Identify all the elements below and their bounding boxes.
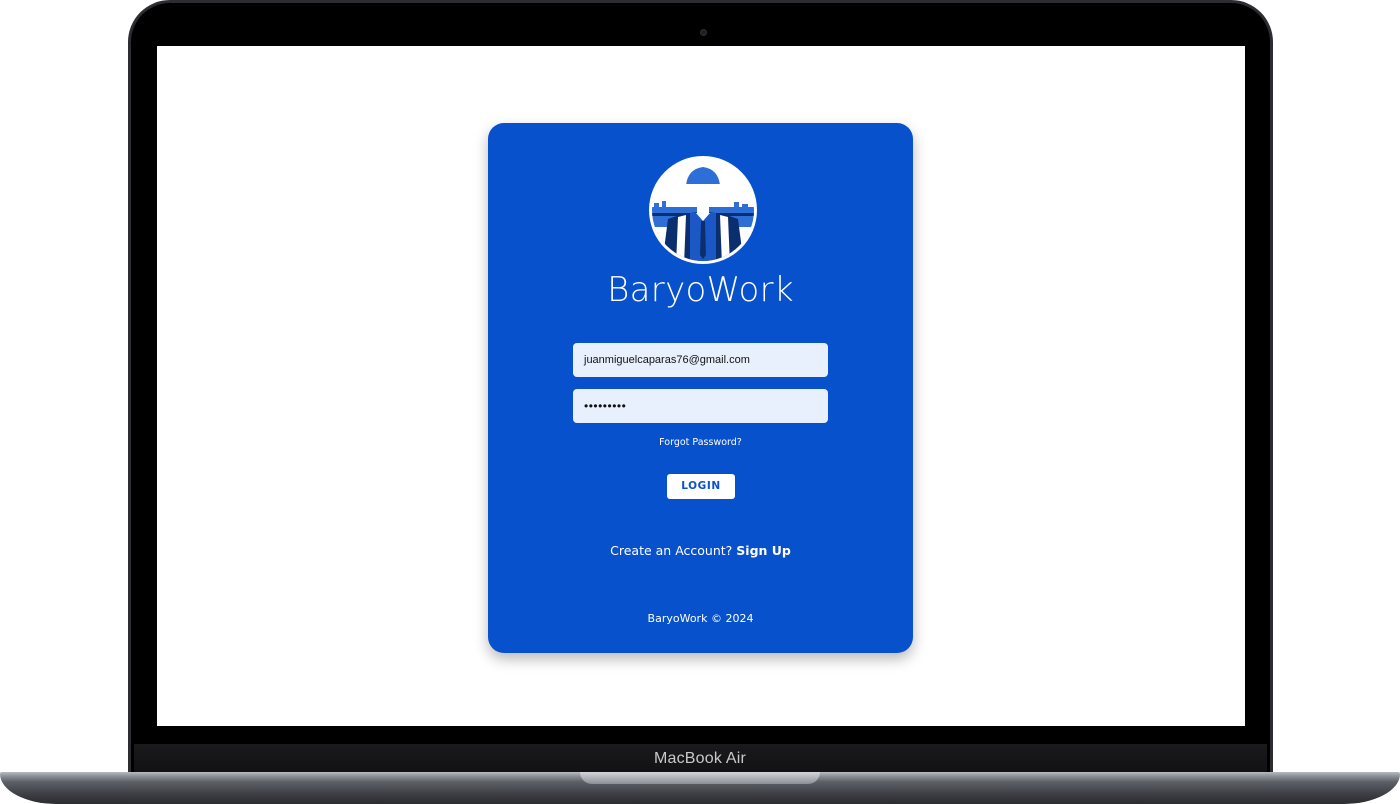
signup-prompt-text: Create an Account? (610, 543, 733, 558)
signup-prompt: Create an Account? Sign Up (488, 543, 913, 558)
signup-link[interactable]: Sign Up (736, 543, 791, 558)
email-field[interactable]: juanmiguelcaparas76@gmail.com (573, 343, 828, 377)
login-card: BaryoWork juanmiguelcaparas76@gmail.com … (488, 123, 913, 653)
forgot-password-link[interactable]: Forgot Password? (488, 437, 913, 448)
browser-viewport: BaryoWork juanmiguelcaparas76@gmail.com … (157, 46, 1245, 726)
screen-bezel: BaryoWork juanmiguelcaparas76@gmail.com … (131, 3, 1270, 780)
laptop-lid: BaryoWork juanmiguelcaparas76@gmail.com … (128, 0, 1273, 780)
password-field[interactable]: ••••••••• (573, 389, 828, 423)
camera-icon (700, 29, 707, 36)
laptop-mockup: BaryoWork juanmiguelcaparas76@gmail.com … (0, 0, 1400, 804)
laptop-hinge-notch (580, 772, 820, 784)
construction-worker-icon (649, 156, 757, 264)
device-label: MacBook Air (653, 750, 746, 767)
app-title: BaryoWork (607, 270, 794, 310)
login-button[interactable]: LOGIN (667, 474, 735, 499)
footer-copyright: BaryoWork © 2024 (647, 612, 754, 625)
